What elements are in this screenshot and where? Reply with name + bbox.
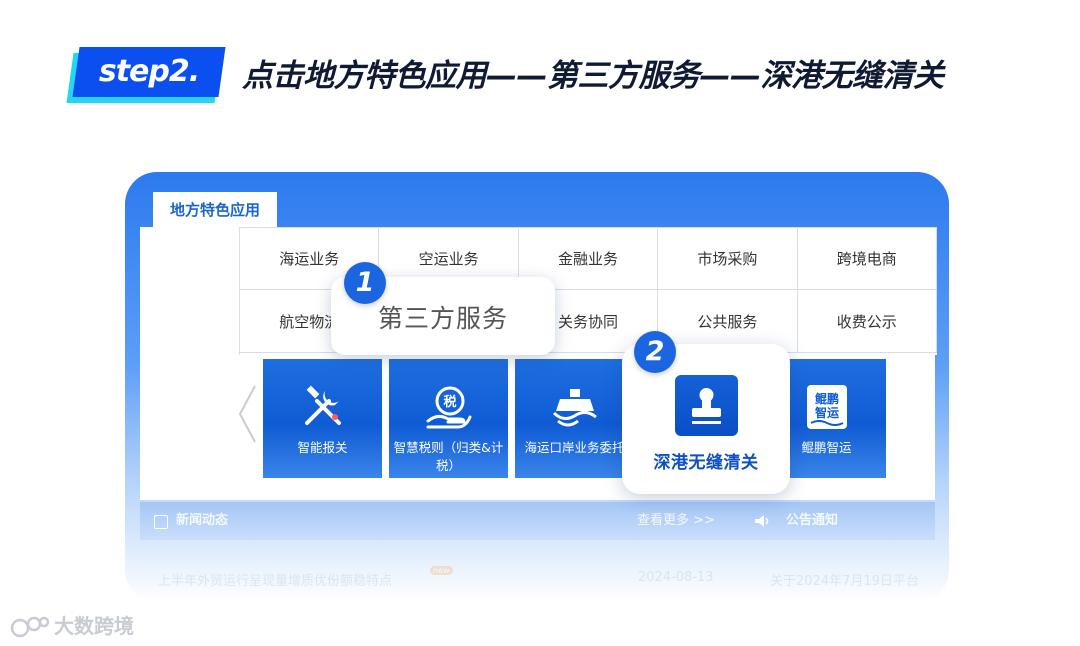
news-item-date: 2024-08-13 — [638, 570, 714, 585]
step-badge-label: step2. — [98, 54, 200, 89]
watermark-text: 大数跨境 — [54, 614, 134, 638]
step-title: 点击地方特色应用——第三方服务——深港无缝清关 — [242, 58, 944, 94]
popup-label: 深港无缝清关 — [653, 453, 759, 473]
stamp-icon — [692, 388, 721, 424]
speaker-icon — [755, 515, 769, 527]
grid-item-market-purchase[interactable]: 市场采购 — [658, 228, 798, 290]
grid-item-cross-border-ecommerce[interactable]: 跨境电商 — [797, 228, 937, 290]
news-row-faded: 上半年外贸运行呈现量增质优份额稳特点 new 2024-08-13 关于2024… — [158, 566, 938, 590]
popup-label: 第三方服务 — [377, 304, 508, 333]
news-bar: 新闻动态 查看更多 >> 公告通知 — [140, 502, 935, 540]
news-icon — [154, 515, 168, 529]
notice-item[interactable]: 关于2024年7月19日平台 — [770, 570, 919, 589]
svg-text:税: 税 — [443, 394, 456, 410]
step-number-2: 2 — [634, 331, 676, 373]
grid-item-fee-notice[interactable]: 收费公示 — [797, 290, 937, 353]
tile-sea-port-commission[interactable]: 海运口岸业务委托 — [515, 359, 634, 478]
notice-title: 公告通知 — [786, 513, 839, 528]
tile-label: 智能报关 — [297, 440, 348, 455]
watermark-logo — [10, 616, 50, 638]
news-item-headline[interactable]: 上半年外贸运行呈现量增质优份额稳特点 — [158, 570, 392, 589]
ship-icon — [552, 389, 597, 427]
news-title: 新闻动态 — [176, 513, 229, 528]
tools-icon — [304, 385, 341, 425]
view-more-link[interactable]: 查看更多 >> — [637, 502, 715, 540]
tax-hand-icon: 税 — [426, 386, 471, 429]
tile-smart-declaration[interactable]: 智能报关 — [263, 359, 382, 478]
kunpeng-logo: 鲲鹏 智运 — [806, 385, 847, 429]
step-number-1: 1 — [344, 262, 386, 304]
carousel-prev-icon[interactable] — [237, 384, 257, 444]
tile-label: 智慧税则（归类&计税） — [393, 440, 504, 473]
step-badge: step2. — [66, 47, 226, 105]
stamp-icon-box — [675, 375, 738, 436]
svg-text:智运: 智运 — [813, 405, 838, 420]
tile-label: 海运口岸业务委托 — [524, 440, 625, 455]
svg-text:鲲鹏: 鲲鹏 — [814, 391, 838, 406]
hot-badge: new — [430, 566, 453, 575]
tab-local-feature-apps[interactable]: 地方特色应用 — [153, 192, 277, 228]
tile-smart-tariff[interactable]: 税 智慧税则（归类&计税） — [389, 359, 508, 478]
